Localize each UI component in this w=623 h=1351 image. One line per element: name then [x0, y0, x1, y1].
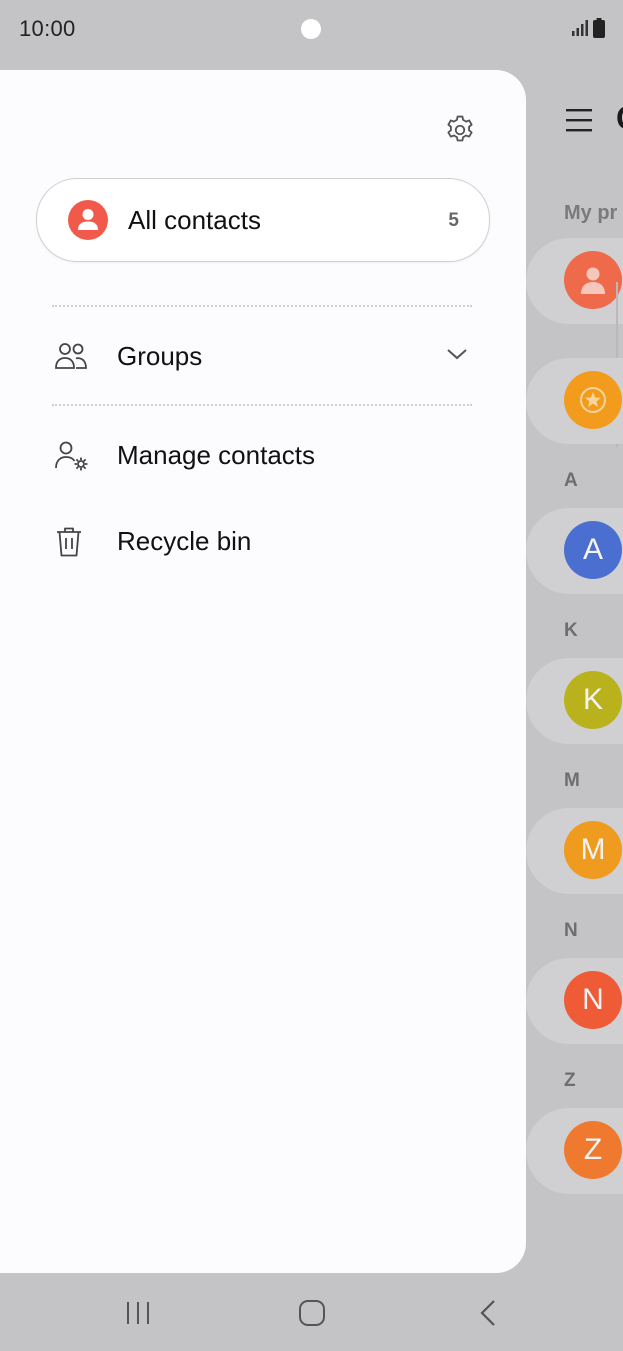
divider: [52, 305, 472, 307]
person-icon: [581, 267, 605, 294]
all-contacts-item[interactable]: All contacts 5: [36, 178, 490, 262]
contact-avatar-a: A: [564, 521, 622, 579]
status-time: 10:00: [19, 16, 76, 41]
all-contacts-label: All contacts: [128, 205, 261, 235]
home-icon: [299, 1300, 325, 1326]
back-button[interactable]: [458, 1287, 518, 1339]
menu-item-groups[interactable]: Groups: [0, 321, 526, 391]
contact-avatar-k: K: [564, 671, 622, 729]
contact-avatar-m: M: [564, 821, 622, 879]
profile-avatar: [564, 251, 622, 309]
section-letter-a: A: [564, 470, 578, 491]
status-icons: [571, 18, 605, 38]
gear-icon: [447, 115, 473, 142]
section-letter-k: K: [564, 620, 578, 641]
manage-contacts-icon: [55, 441, 88, 471]
trash-icon: [57, 527, 81, 557]
menu-icon[interactable]: [566, 108, 592, 132]
camera-cutout: [301, 19, 321, 39]
divider: [52, 404, 472, 406]
status-bar: 10:00: [0, 0, 623, 60]
all-contacts-count: 5: [448, 210, 459, 231]
menu-item-manage-contacts[interactable]: Manage contacts: [0, 420, 526, 490]
contact-avatar-z: Z: [564, 1121, 622, 1179]
contact-person-icon: [68, 200, 108, 240]
menu-item-groups-label: Groups: [117, 341, 203, 371]
contact-avatar-n: N: [564, 971, 622, 1029]
signal-icon: [572, 20, 588, 36]
contacts-list-background: C My pr A A K K M M N N Z Z: [526, 70, 623, 1275]
app-title: C: [616, 100, 623, 137]
star-badge-icon: [580, 387, 606, 413]
system-navigation-bar: [0, 1275, 623, 1351]
menu-item-manage-contacts-label: Manage contacts: [117, 440, 316, 470]
chevron-down-icon[interactable]: [446, 347, 468, 361]
battery-icon: [593, 18, 605, 38]
recents-icon: [127, 1302, 149, 1324]
my-profile-heading: My pr: [564, 202, 618, 224]
recents-button[interactable]: [108, 1287, 168, 1339]
menu-item-recycle-bin-label: Recycle bin: [117, 526, 252, 556]
section-letter-n: N: [564, 920, 578, 941]
navigation-drawer: All contacts 5 Groups Manage contacts Re…: [0, 70, 526, 1273]
menu-item-recycle-bin[interactable]: Recycle bin: [0, 506, 526, 576]
favorites-avatar: [564, 371, 622, 429]
settings-button[interactable]: [436, 106, 484, 154]
section-letter-m: M: [564, 770, 580, 791]
home-button[interactable]: [282, 1287, 342, 1339]
back-icon: [480, 1300, 495, 1326]
section-letter-z: Z: [564, 1070, 576, 1091]
groups-icon: [55, 343, 87, 369]
